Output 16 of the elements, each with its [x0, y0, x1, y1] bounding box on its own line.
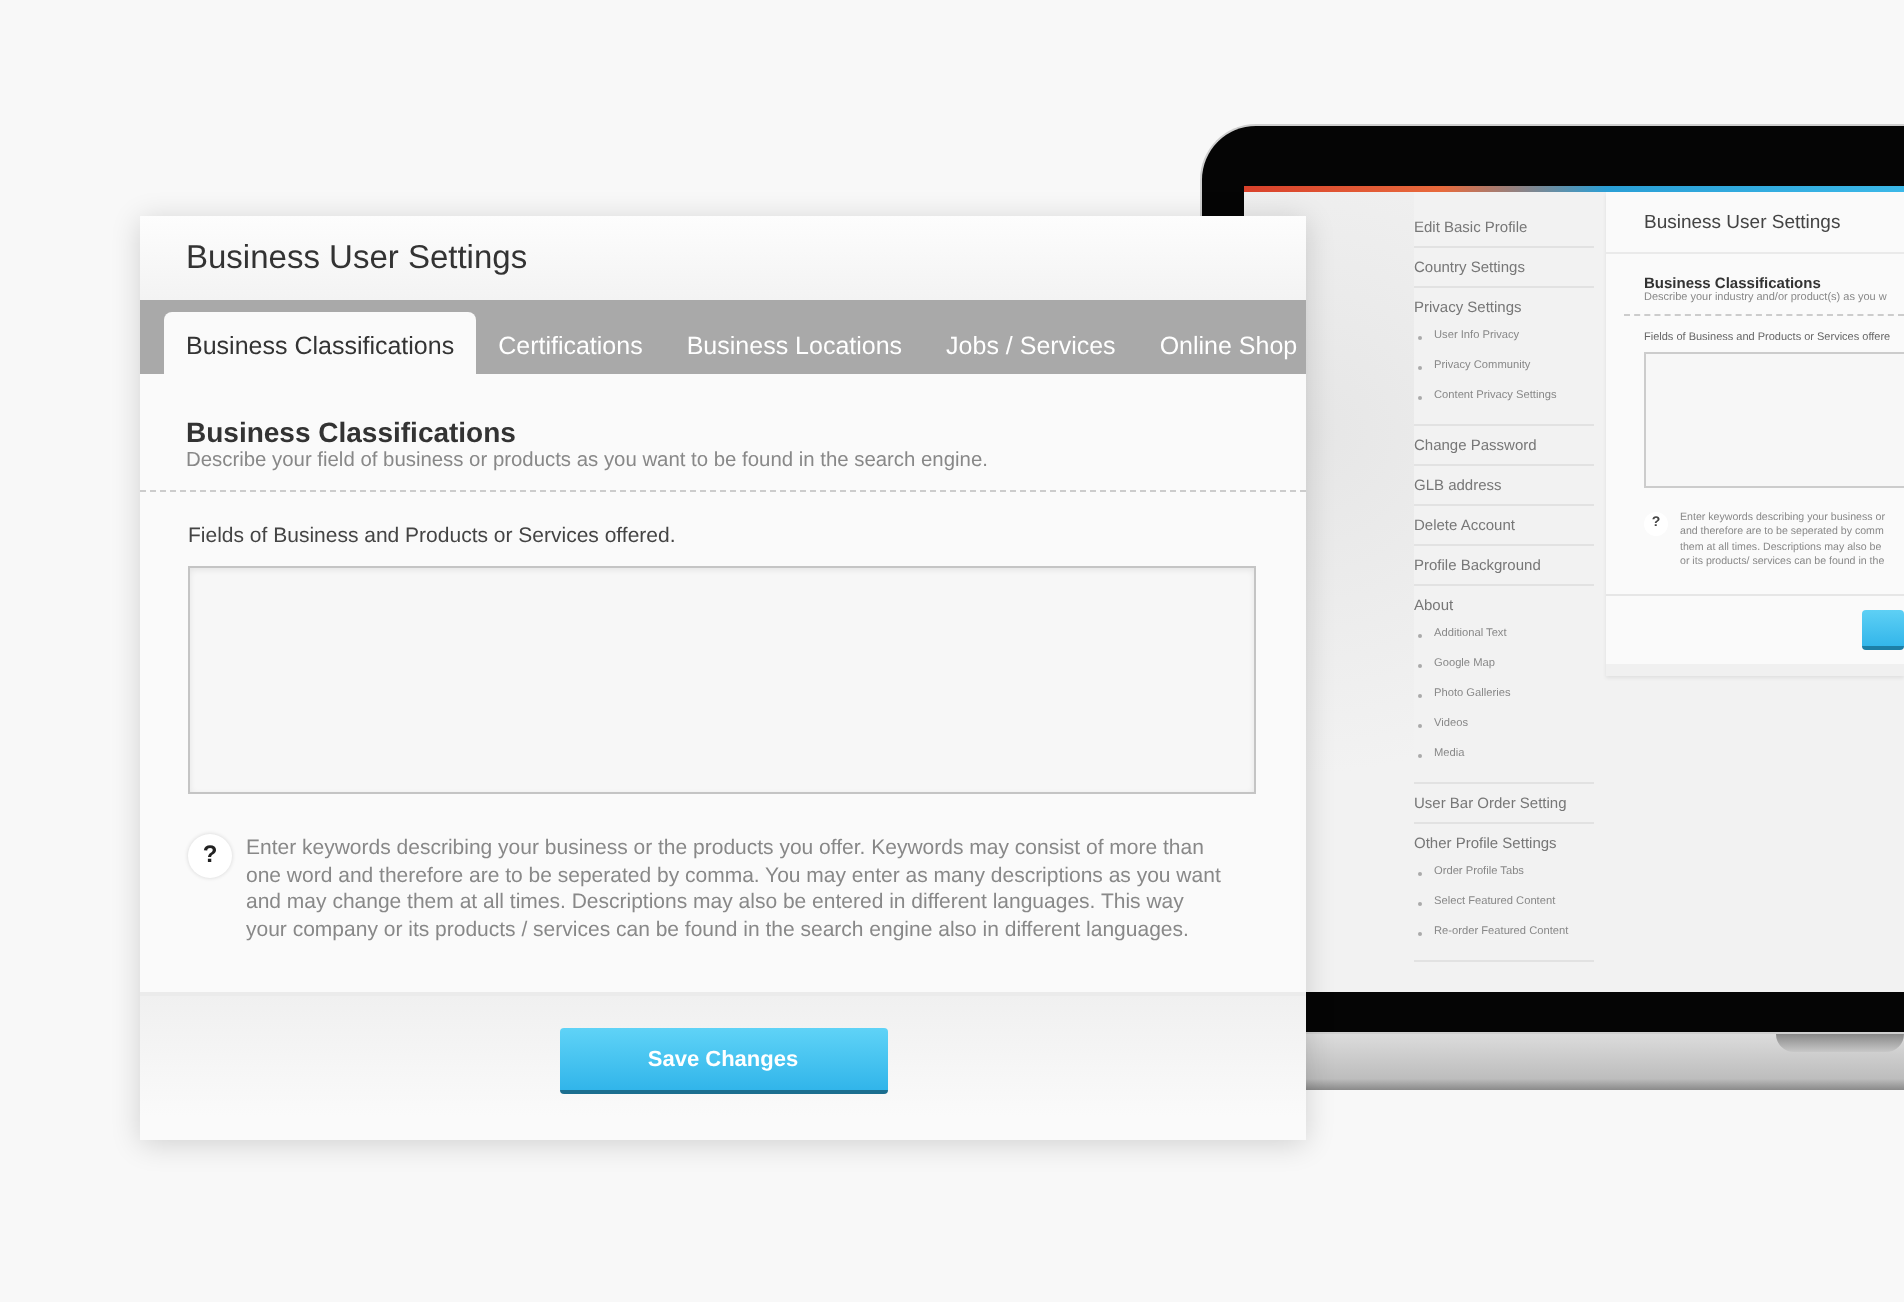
tab[interactable]: Business Classifications: [164, 312, 477, 374]
input-field[interactable]: [188, 566, 1256, 794]
save-button[interactable]: [1862, 610, 1904, 651]
save-button[interactable]: Save Changes: [559, 1028, 887, 1094]
help-icon: ?: [188, 834, 232, 878]
tab[interactable]: Business Locations: [664, 312, 925, 374]
help-text: Enter keywords describing your business or the products you offer. Keywords may consist of more than one word and therefore are to be seperated by comma. You may enter as many descriptions as you want and may change them at all times. Descriptions may also be entered in different languages. This way your company or its products / services can be found in the search engine also in different languages.: [246, 834, 1223, 944]
panel-title: Business User Settings: [1644, 211, 1841, 233]
tab[interactable]: Online Shop: [1137, 312, 1320, 374]
tab[interactable]: Jobs / Services: [924, 312, 1138, 374]
tab[interactable]: Certifications: [476, 312, 665, 374]
section-description: Describe your field of business or products as you want to be found in the search engine.: [186, 450, 990, 472]
panel-title: Business User Settings: [186, 239, 528, 277]
section-heading: Business Classifications: [186, 416, 518, 448]
field-label: Fields of Business and Products or Services offered.: [188, 524, 678, 548]
input-field[interactable]: [1644, 352, 1904, 488]
